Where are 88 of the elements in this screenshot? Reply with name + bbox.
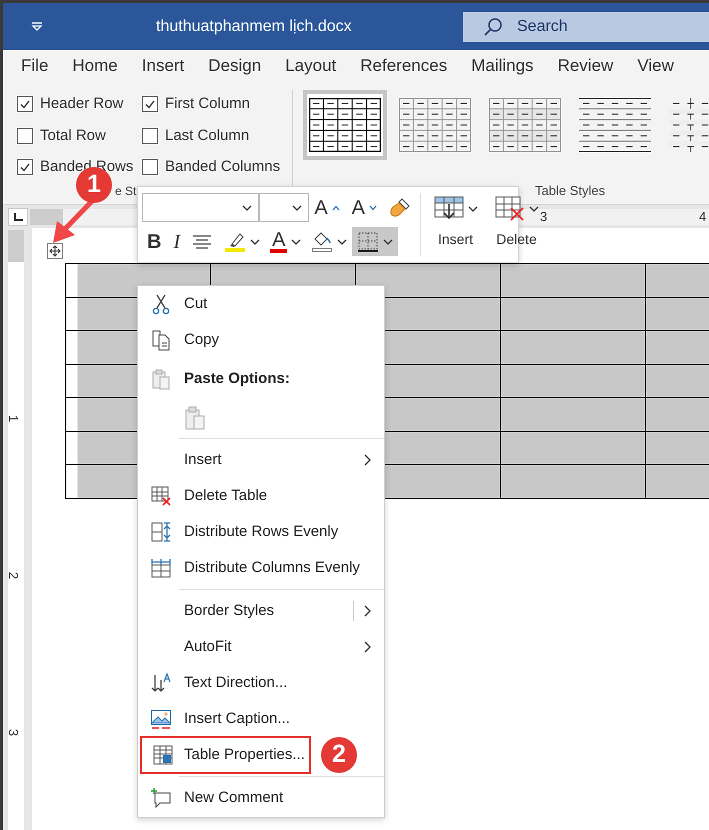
table-style-thumbnail[interactable] <box>303 90 387 160</box>
checkbox[interactable] <box>17 159 33 176</box>
ribbon-tab[interactable]: View <box>637 53 674 79</box>
menu-item[interactable]: New Comment <box>138 780 384 816</box>
group-label: Table Styles <box>535 182 606 200</box>
table-properties-icon <box>152 744 174 766</box>
insert-button[interactable]: Insert <box>427 193 484 256</box>
checkbox-label: Total Row <box>40 126 106 146</box>
menu-item[interactable]: Copy <box>138 322 384 358</box>
check-icon <box>19 161 31 174</box>
borders-button[interactable] <box>352 227 398 256</box>
ribbon-tab[interactable]: References <box>360 53 448 79</box>
menu-item[interactable]: Delete Table <box>138 478 384 514</box>
checkbox-label: Header Row <box>40 94 124 114</box>
ribbon-tab[interactable]: Mailings <box>471 53 534 79</box>
menu-item[interactable]: Text Direction... <box>138 665 384 701</box>
ribbon-tab[interactable]: File <box>21 53 48 79</box>
checkbox-label: First Column <box>165 94 250 114</box>
check-icon <box>144 98 156 110</box>
menu-item[interactable]: Table Properties... <box>140 736 311 774</box>
distribute-rows-icon <box>150 521 172 543</box>
table-style-preview-icon <box>309 98 381 152</box>
bold-button[interactable]: B <box>142 227 166 256</box>
search-icon <box>483 16 503 36</box>
ruler-number: 3 <box>540 208 548 224</box>
menu-item[interactable]: Insert <box>138 442 384 478</box>
caret-icon <box>529 206 539 212</box>
checkbox[interactable] <box>142 159 158 176</box>
menu-item[interactable]: Border Styles <box>138 593 384 629</box>
font-name-field[interactable] <box>142 193 259 222</box>
menu-item[interactable]: Distribute Columns Evenly <box>138 550 384 586</box>
step-badge: 2 <box>320 737 357 773</box>
window-title: thuthuatphanmem lịch.docx <box>156 16 352 36</box>
tab-selector[interactable] <box>8 208 28 226</box>
search-input[interactable]: Search <box>517 14 667 38</box>
ribbon-tab[interactable]: Layout <box>285 53 336 79</box>
font-color-button[interactable]: A <box>265 227 306 256</box>
clipboard-icon <box>150 368 172 390</box>
increase-icon <box>332 204 340 210</box>
shrink-font-button[interactable]: A <box>346 193 382 222</box>
menu-item[interactable]: Distribute Rows Evenly <box>138 514 384 550</box>
clipboard-icon <box>184 404 206 430</box>
checkbox[interactable] <box>17 96 33 112</box>
table-style-preview-icon <box>399 98 471 152</box>
checkbox-label: Banded Columns <box>165 157 280 177</box>
menu-item[interactable]: Cut <box>138 286 384 322</box>
ruler-number: 1 <box>7 414 20 422</box>
table-delete-icon <box>150 485 172 507</box>
caret-icon <box>468 206 478 212</box>
grow-font-button[interactable]: A <box>309 193 345 222</box>
decrease-icon <box>369 204 377 210</box>
menu-heading: Paste Options: <box>184 368 290 389</box>
caret-icon <box>292 204 302 210</box>
comment-icon <box>150 787 172 809</box>
checkbox[interactable] <box>17 128 33 144</box>
group-label: e St <box>115 184 136 198</box>
paintbrush-icon <box>389 196 411 218</box>
customize-menu-icon[interactable] <box>30 20 44 32</box>
borders-icon <box>357 230 380 252</box>
align-center-icon <box>192 234 212 250</box>
tab-stop-icon <box>12 210 24 222</box>
ribbon-tab[interactable]: Insert <box>142 53 184 79</box>
copy-icon <box>150 329 172 351</box>
search-field[interactable]: Search <box>463 12 709 42</box>
ruler-number: 3 <box>7 728 20 736</box>
checkbox[interactable] <box>142 128 158 144</box>
menu-item[interactable]: AutoFit <box>138 629 384 665</box>
move-handle-icon[interactable] <box>47 243 63 259</box>
font-size-field[interactable] <box>258 193 310 222</box>
table-style-preview-icon <box>489 98 561 152</box>
checkbox[interactable] <box>142 96 158 112</box>
highlighter-icon <box>224 230 246 252</box>
table-style-preview-icon <box>579 98 651 152</box>
text-direction-icon <box>150 672 172 694</box>
menu-item[interactable]: Insert Caption... <box>138 701 384 737</box>
ruler-number: 4 <box>699 208 706 224</box>
italic-button[interactable]: I <box>168 227 186 256</box>
ribbon-tab[interactable]: Design <box>208 53 262 79</box>
scissors-icon <box>151 293 171 315</box>
ribbon-tab[interactable]: Review <box>558 53 614 79</box>
checkbox-label: Last Column <box>165 126 250 146</box>
check-icon <box>19 98 31 110</box>
distribute-columns-icon <box>150 557 172 579</box>
ruler-number: 2 <box>7 572 20 580</box>
ribbon-tab[interactable]: Home <box>72 53 118 79</box>
paint-bucket-icon <box>311 230 334 252</box>
caret-icon <box>242 204 252 210</box>
image-icon <box>150 708 172 730</box>
